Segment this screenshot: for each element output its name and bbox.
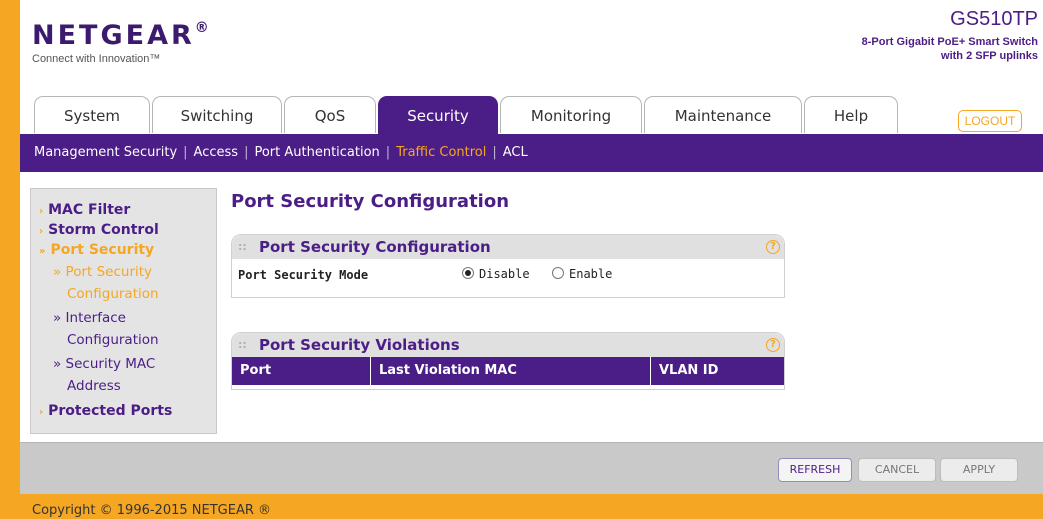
copyright-text: Copyright © 1996-2015 NETGEAR ® — [32, 503, 272, 518]
sidebar-item-protected-ports[interactable]: › Protected Ports — [39, 403, 172, 419]
subnav-items: Management Security | Access | Port Authenti… — [34, 145, 528, 160]
subnav-management-security[interactable]: Management Security — [34, 145, 177, 160]
help-icon[interactable]: ? — [766, 240, 780, 254]
panel-header: :: Port Security Configuration ? — [232, 235, 784, 259]
sidebar-subitem-label: » Security MAC — [53, 356, 156, 372]
port-security-violations-panel: :: Port Security Violations ? Port Last … — [231, 332, 785, 390]
brand-tagline: Connect with Innovation™ — [32, 53, 161, 65]
disable-label: Disable — [479, 267, 530, 281]
refresh-button[interactable]: REFRESH — [778, 458, 852, 482]
sidebar-subitem-port-security-configuration[interactable]: » Port Security Configuration — [53, 261, 159, 305]
model-description: 8-Port Gigabit PoE+ Smart Switch with 2 … — [862, 35, 1038, 63]
subnav-traffic-control[interactable]: Traffic Control — [396, 145, 486, 160]
brand-mark: ® — [194, 20, 212, 36]
sidebar-subitem-label: » Port Security — [53, 264, 153, 280]
column-port[interactable]: Port — [232, 357, 371, 385]
tab-help[interactable]: Help — [804, 96, 898, 133]
apply-button[interactable]: APPLY — [940, 458, 1018, 482]
port-security-mode-row: Port Security Mode Disable Enable — [232, 259, 784, 293]
content-area: › MAC Filter › Storm Control » Port Securit… — [20, 172, 1043, 442]
panel-title: Port Security Configuration — [259, 238, 491, 256]
sidebar-subitem-label-cont: Address — [67, 378, 121, 394]
tab-security[interactable]: Security — [378, 96, 498, 135]
subnav-separator: | — [385, 145, 391, 160]
subnav-port-authentication[interactable]: Port Authentication — [254, 145, 379, 160]
radio-checked-icon — [462, 267, 474, 279]
violations-table-header: Port Last Violation MAC VLAN ID — [232, 357, 784, 385]
tab-system[interactable]: System — [34, 96, 150, 133]
sidebar-item-label: Protected Ports — [48, 403, 173, 419]
sidebar-item-port-security[interactable]: » Port Security — [39, 242, 154, 258]
sidebar-item-storm-control[interactable]: › Storm Control — [39, 222, 159, 238]
sidebar: › MAC Filter › Storm Control » Port Securit… — [30, 188, 217, 434]
grip-icon: :: — [238, 240, 247, 253]
netgear-logo: NETGEAR® — [32, 20, 212, 51]
tab-qos[interactable]: QoS — [284, 96, 376, 133]
help-icon[interactable]: ? — [766, 338, 780, 352]
chevron-right-icon: › — [39, 206, 44, 217]
chevron-right-icon: › — [39, 226, 44, 237]
page-title: Port Security Configuration — [231, 191, 510, 212]
sidebar-subitem-label-cont: Configuration — [67, 286, 159, 302]
sidebar-subitem-interface-configuration[interactable]: » Interface Configuration — [53, 307, 159, 351]
model-desc-line2: with 2 SFP uplinks — [941, 50, 1038, 62]
brand-name: NETGEAR — [32, 20, 195, 51]
chevron-down-icon: » — [39, 246, 46, 257]
subnav-separator: | — [183, 145, 188, 160]
enable-label: Enable — [569, 267, 613, 281]
port-security-mode-label: Port Security Mode — [238, 268, 369, 282]
sidebar-item-label: Storm Control — [48, 222, 159, 238]
column-vlan-id[interactable]: VLAN ID — [651, 357, 784, 385]
panel-title: Port Security Violations — [259, 336, 460, 354]
sub-navigation: Management Security | Access | Port Authenti… — [20, 134, 1043, 172]
enable-radio[interactable]: Enable — [552, 267, 612, 281]
grip-icon: :: — [238, 338, 247, 351]
model-name: GS510TP — [950, 8, 1038, 30]
tab-switching[interactable]: Switching — [152, 96, 282, 133]
sidebar-subitem-label: » Interface — [53, 310, 126, 326]
sidebar-subitem-label-cont: Configuration — [67, 332, 159, 348]
logout-button[interactable]: LOGOUT — [958, 110, 1022, 132]
page: NETGEAR® Connect with Innovation™ GS510T… — [20, 0, 1043, 519]
port-security-config-panel: :: Port Security Configuration ? Port Se… — [231, 234, 785, 298]
subnav-separator: | — [244, 145, 249, 160]
column-last-violation-mac[interactable]: Last Violation MAC — [371, 357, 651, 385]
subnav-separator: | — [492, 145, 497, 160]
tab-monitoring[interactable]: Monitoring — [500, 96, 642, 133]
tab-maintenance[interactable]: Maintenance — [644, 96, 802, 133]
sidebar-item-label: MAC Filter — [48, 202, 131, 218]
sidebar-item-mac-filter[interactable]: › MAC Filter — [39, 202, 130, 218]
radio-unchecked-icon — [552, 267, 564, 279]
cancel-button[interactable]: CANCEL — [858, 458, 936, 482]
subnav-acl[interactable]: ACL — [503, 145, 528, 160]
chevron-right-icon: › — [39, 407, 44, 418]
action-bar: REFRESH CANCEL APPLY — [20, 442, 1043, 495]
disable-radio[interactable]: Disable — [462, 267, 530, 281]
panel-header: :: Port Security Violations ? — [232, 333, 784, 357]
model-desc-line1: 8-Port Gigabit PoE+ Smart Switch — [861, 36, 1038, 48]
sidebar-item-label: Port Security — [50, 242, 155, 258]
subnav-access[interactable]: Access — [194, 145, 239, 160]
sidebar-subitem-security-mac-address[interactable]: » Security MAC Address — [53, 353, 155, 397]
